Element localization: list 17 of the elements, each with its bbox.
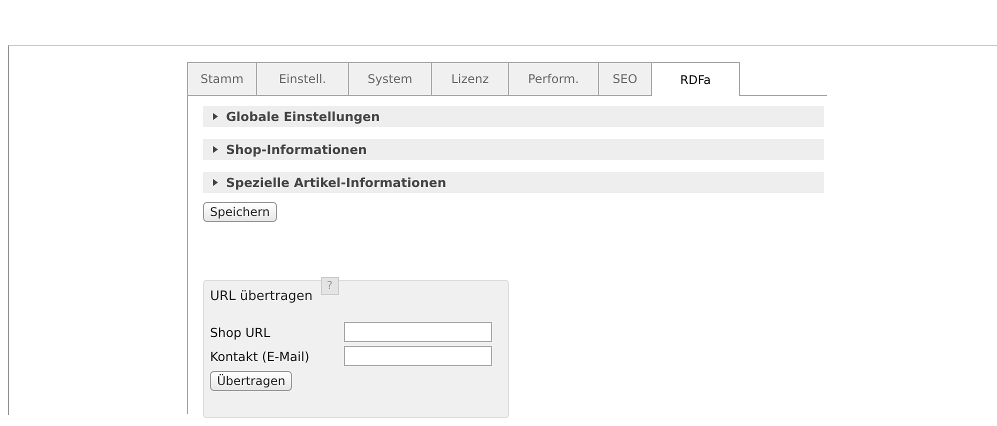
submit-button[interactable]: Übertragen (210, 371, 292, 391)
tab[interactable]: Lizenz (432, 62, 509, 96)
section-header[interactable]: Globale Einstellungen (203, 106, 824, 127)
tab[interactable]: SEO (599, 62, 652, 96)
section-header[interactable]: Spezielle Artikel-Informationen (203, 172, 824, 193)
tab[interactable]: System (349, 62, 432, 96)
input-field[interactable] (344, 346, 492, 366)
input-field[interactable] (344, 322, 492, 342)
tab[interactable]: Perform. (509, 62, 599, 96)
fieldset-legend: URL übertragen (210, 289, 313, 304)
field-label: Kontakt (E-Mail) (210, 348, 310, 364)
tab[interactable]: RDFa (652, 62, 740, 96)
tab[interactable]: Einstell. (257, 62, 349, 96)
section-header[interactable]: Shop-Informationen (203, 139, 824, 160)
tab[interactable]: Stamm (187, 62, 257, 96)
save-button[interactable]: Speichern (203, 202, 277, 222)
field-label: Shop URL (210, 324, 272, 340)
